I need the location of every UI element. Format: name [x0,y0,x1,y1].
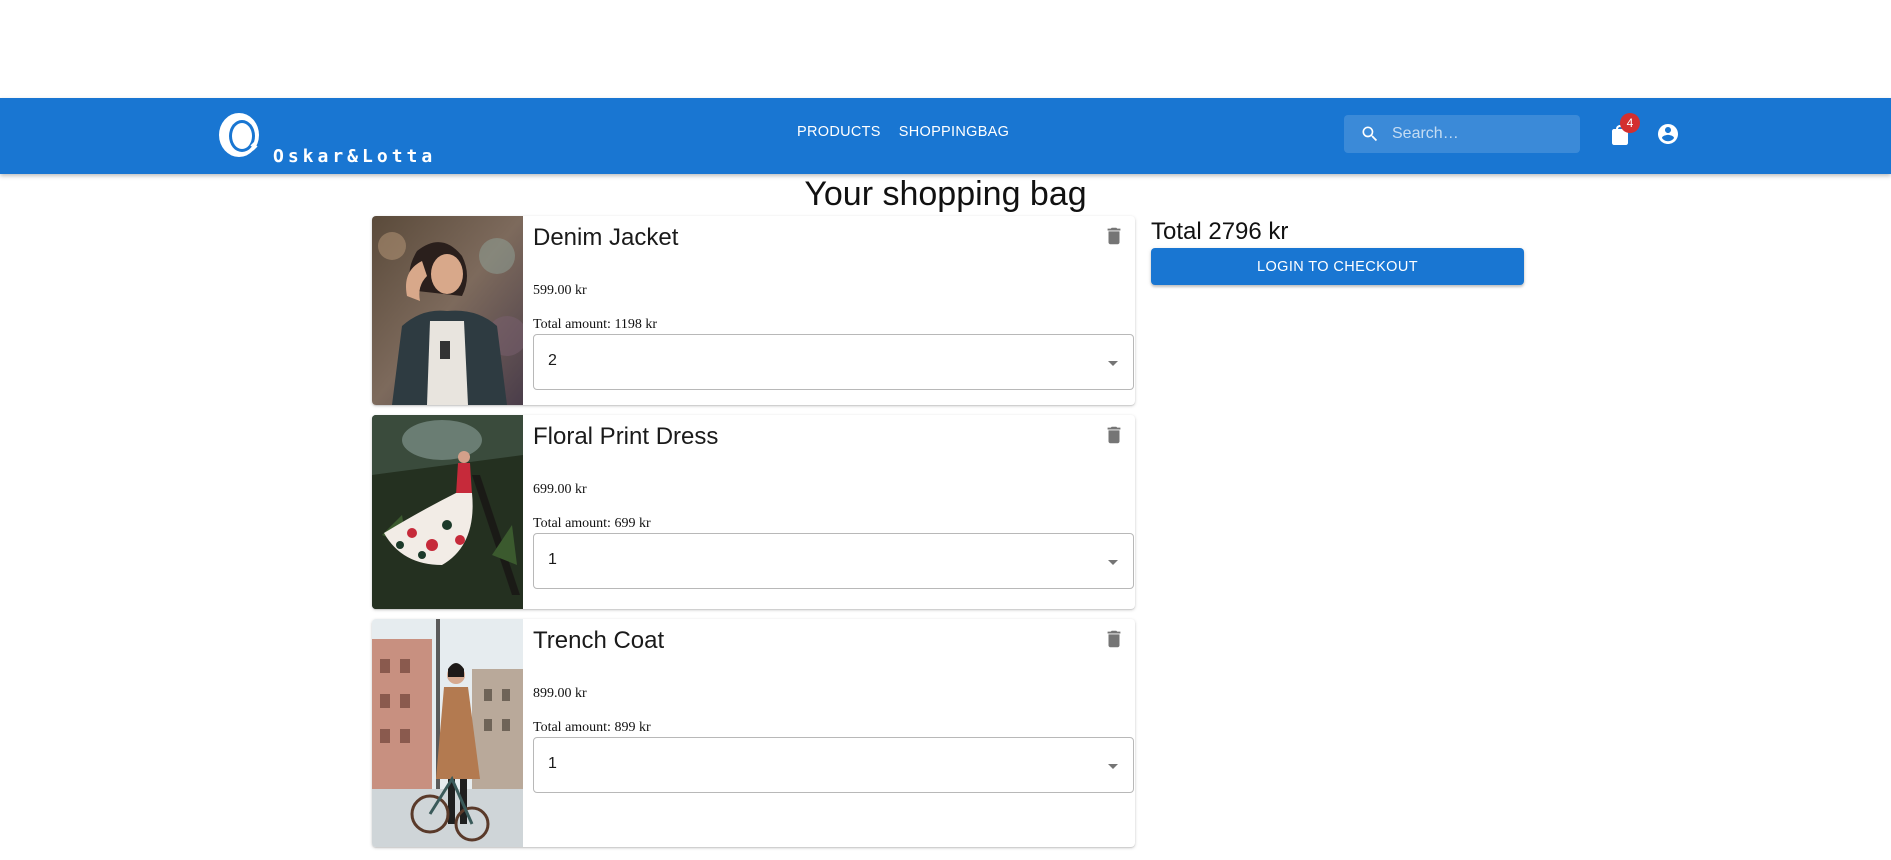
product-price: 699.00 kr [533,482,587,497]
search-box[interactable] [1344,115,1580,153]
logo[interactable]: Oskar&Lotta [217,110,457,168]
product-image [372,619,523,847]
quantity-value: 1 [548,755,557,772]
dropdown-arrow-icon [1108,560,1118,565]
product-price: 899.00 kr [533,686,587,701]
quantity-value: 1 [548,551,557,568]
quantity-value: 2 [548,352,557,369]
bag-count-badge: 4 [1620,113,1640,133]
quantity-select[interactable]: 1 [533,533,1134,589]
search-icon [1362,126,1378,142]
logo-text: Oskar&Lotta [273,146,437,167]
delete-icon[interactable] [1103,423,1125,447]
login-to-checkout-button[interactable]: LOGIN TO CHECKOUT [1151,248,1524,285]
quantity-select[interactable]: 1 [533,737,1134,793]
dropdown-arrow-icon [1108,764,1118,769]
page-title: Your shopping bag [804,175,1087,213]
cart-item: Floral Print Dress 699.00 kr Total amoun… [372,415,1135,609]
product-name: Trench Coat [533,627,665,654]
product-total-amount: Total amount: 1198 kr [533,317,658,332]
main-nav: PRODUCTS SHOPPINGBAG [797,124,1027,140]
dropdown-arrow-icon [1108,361,1118,366]
product-image [372,415,523,609]
delete-icon[interactable] [1103,224,1125,248]
nav-shoppingbag[interactable]: SHOPPINGBAG [899,124,1017,140]
product-name: Denim Jacket [533,224,679,251]
account-circle-icon[interactable] [1656,122,1680,146]
quantity-select[interactable]: 2 [533,334,1134,390]
delete-icon[interactable] [1103,627,1125,651]
product-total-amount: Total amount: 899 kr [533,720,651,735]
app-bar: Oskar&Lotta PRODUCTS SHOPPINGBAG 4 [0,98,1891,174]
product-name: Floral Print Dress [533,423,719,450]
cart-item: Denim Jacket 599.00 kr Total amount: 119… [372,216,1135,405]
logo-icon [219,113,259,157]
cart-total: Total 2796 kr [1151,218,1289,245]
product-price: 599.00 kr [533,283,587,298]
nav-products[interactable]: PRODUCTS [797,124,889,140]
cart-item: Trench Coat 899.00 kr Total amount: 899 … [372,619,1135,847]
search-input[interactable] [1392,115,1572,153]
product-total-amount: Total amount: 699 kr [533,516,651,531]
product-image [372,216,523,405]
